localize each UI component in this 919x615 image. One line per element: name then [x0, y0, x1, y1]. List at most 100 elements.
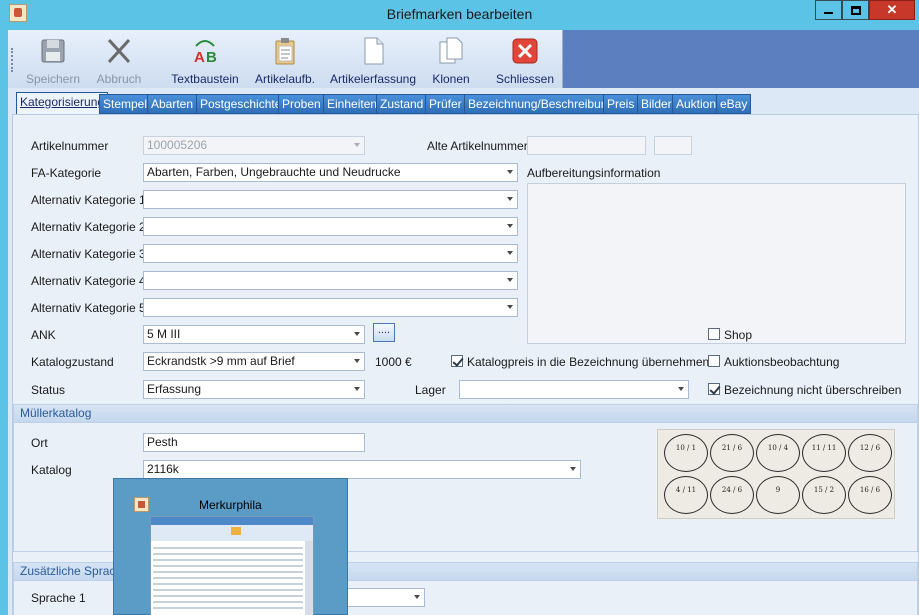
- chevron-down-icon: [507, 170, 513, 174]
- alt-kategorie-1-label: Alternativ Kategorie 1: [31, 193, 146, 207]
- katalogzustand-select[interactable]: Eckrandstk >9 mm auf Brief: [143, 352, 365, 371]
- postmark-stamp: 4 / 11: [664, 476, 708, 514]
- taskbar-preview-title: Merkurphila: [199, 498, 262, 512]
- chevron-down-icon: [678, 387, 684, 391]
- postmark-stamp: 15 / 2: [802, 476, 846, 514]
- status-select[interactable]: Erfassung: [143, 380, 365, 399]
- alte-artikelnummer-suffix-field: [654, 136, 692, 155]
- close-icon: ✕: [886, 2, 898, 17]
- lager-select[interactable]: [459, 380, 689, 399]
- lager-label: Lager: [415, 383, 446, 397]
- tab-strip: Kategorisierung Stempel Abarten Postgesc…: [16, 92, 916, 115]
- schliessen-button[interactable]: Schliessen: [490, 34, 560, 86]
- katalogpreis-uebernehmen-checkbox[interactable]: [451, 355, 463, 367]
- chevron-down-icon: [507, 197, 513, 201]
- tab-bezeichnung-beschreibung[interactable]: Bezeichnung/Beschreibung: [464, 94, 619, 114]
- postmark-stamp: 9: [756, 476, 800, 514]
- save-button[interactable]: Speichern: [18, 34, 88, 86]
- sprache-1-label: Sprache 1: [31, 591, 86, 605]
- chevron-down-icon: [354, 387, 360, 391]
- window-titlebar: Briefmarken bearbeiten ✕: [0, 0, 919, 30]
- tab-zustand[interactable]: Zustand: [376, 94, 428, 114]
- ort-input[interactable]: Pesth: [143, 433, 365, 452]
- postmark-stamp: 10 / 4: [756, 434, 800, 472]
- toolbar-grip[interactable]: [11, 48, 14, 72]
- svg-text:A: A: [194, 49, 205, 66]
- postmark-stamp: 16 / 6: [848, 476, 892, 514]
- bezeichnung-nicht-ueberschreiben-label: Bezeichnung nicht überschreiben: [724, 383, 902, 397]
- ank-more-button[interactable]: ....: [373, 323, 395, 342]
- tab-postgeschichte[interactable]: Postgeschichte: [196, 94, 286, 114]
- auktionsbeobachtung-label: Auktionsbeobachtung: [724, 355, 840, 369]
- ank-select[interactable]: 5 M III: [143, 325, 365, 344]
- postmark-image: 10 / 1 21 / 6 10 / 4 11 / 11 12 / 6 4 / …: [657, 429, 895, 519]
- alt-kategorie-5-select[interactable]: [143, 298, 518, 317]
- cancel-button[interactable]: Abbruch: [88, 34, 150, 86]
- window-title: Briefmarken bearbeiten: [386, 6, 533, 22]
- alte-artikelnummer-label: Alte Artikelnummer: [427, 139, 528, 153]
- artikelaufb-button[interactable]: Artikelaufb.: [248, 34, 322, 86]
- katalogzustand-label: Katalogzustand: [31, 355, 114, 369]
- aufbereitung-textarea[interactable]: [527, 183, 906, 344]
- tab-auktion[interactable]: Auktion: [672, 94, 721, 114]
- ribbon-area: Speichern Abbruch A B Textbaustein Artik…: [8, 30, 919, 88]
- status-label: Status: [31, 383, 66, 397]
- ort-label: Ort: [31, 436, 48, 450]
- chevron-down-icon: [507, 251, 513, 255]
- postmark-stamp: 10 / 1: [664, 434, 708, 472]
- minimize-icon: [824, 12, 833, 14]
- alt-kategorie-4-label: Alternativ Kategorie 4: [31, 274, 146, 288]
- fa-kategorie-label: FA-Kategorie: [31, 166, 102, 180]
- alt-kategorie-5-label: Alternativ Kategorie 5: [31, 301, 146, 315]
- close-icon: [512, 38, 538, 64]
- alt-kategorie-3-select[interactable]: [143, 244, 518, 263]
- shop-checkbox[interactable]: [708, 328, 720, 340]
- alt-kategorie-4-select[interactable]: [143, 271, 518, 290]
- tab-ebay[interactable]: eBay: [716, 94, 752, 114]
- alt-kategorie-2-label: Alternativ Kategorie 2: [31, 220, 146, 234]
- alt-kategorie-2-select[interactable]: [143, 217, 518, 236]
- tab-abarten[interactable]: Abarten: [147, 94, 198, 114]
- chevron-down-icon: [507, 305, 513, 309]
- alt-kategorie-3-label: Alternativ Kategorie 3: [31, 247, 146, 261]
- tab-kategorisierung[interactable]: Kategorisierung: [16, 92, 109, 115]
- bezeichnung-nicht-ueberschreiben-checkbox[interactable]: [708, 383, 720, 395]
- artikelnummer-label: Artikelnummer: [31, 139, 109, 153]
- artikelerfassung-button[interactable]: Artikelerfassung: [328, 34, 418, 86]
- fa-kategorie-select[interactable]: Abarten, Farben, Ungebrauchte und Neudru…: [143, 163, 518, 182]
- tab-proben[interactable]: Proben: [278, 94, 325, 114]
- katalogpreis-value: 1000 €: [375, 355, 412, 369]
- maximize-icon: [850, 6, 861, 15]
- shop-label: Shop: [724, 328, 753, 342]
- katalog-select[interactable]: 2116k: [143, 460, 581, 479]
- close-window-button[interactable]: ✕: [869, 0, 915, 20]
- katalogpreis-uebernehmen-label: Katalogpreis in die Bezeichnung übernehm…: [467, 355, 710, 369]
- minimize-button[interactable]: [815, 0, 842, 20]
- chevron-down-icon: [354, 359, 360, 363]
- taskbar-preview-thumbnail: [150, 516, 314, 615]
- maximize-button[interactable]: [842, 0, 869, 20]
- ank-label: ANK: [31, 328, 56, 342]
- textbaustein-button[interactable]: A B Textbaustein: [168, 34, 242, 86]
- tab-stempel[interactable]: Stempel: [99, 94, 152, 114]
- text-block-icon: A B: [194, 40, 217, 66]
- chevron-down-icon: [354, 143, 360, 147]
- taskbar-preview[interactable]: Merkurphila: [113, 478, 348, 615]
- chevron-down-icon: [570, 467, 576, 471]
- muellerkatalog-header: Müllerkatalog: [14, 405, 917, 423]
- alte-artikelnummer-field: [527, 136, 646, 155]
- chevron-down-icon: [507, 278, 513, 282]
- toolbar: Speichern Abbruch A B Textbaustein Artik…: [8, 30, 563, 88]
- tab-bilder[interactable]: Bilder: [637, 94, 676, 114]
- chevron-down-icon: [414, 595, 420, 599]
- tab-einheiten[interactable]: Einheiten: [323, 94, 382, 114]
- aufbereitung-label: Aufbereitungsinformation: [527, 166, 661, 180]
- tab-pruefer[interactable]: Prüfer: [425, 94, 466, 114]
- tab-preis[interactable]: Preis: [603, 94, 639, 114]
- clipboard-icon: [275, 38, 295, 65]
- document-icon: [364, 37, 384, 65]
- alt-kategorie-1-select[interactable]: [143, 190, 518, 209]
- copy-icon: [439, 37, 463, 64]
- auktionsbeobachtung-checkbox[interactable]: [708, 355, 720, 367]
- klonen-button[interactable]: Klonen: [426, 34, 476, 86]
